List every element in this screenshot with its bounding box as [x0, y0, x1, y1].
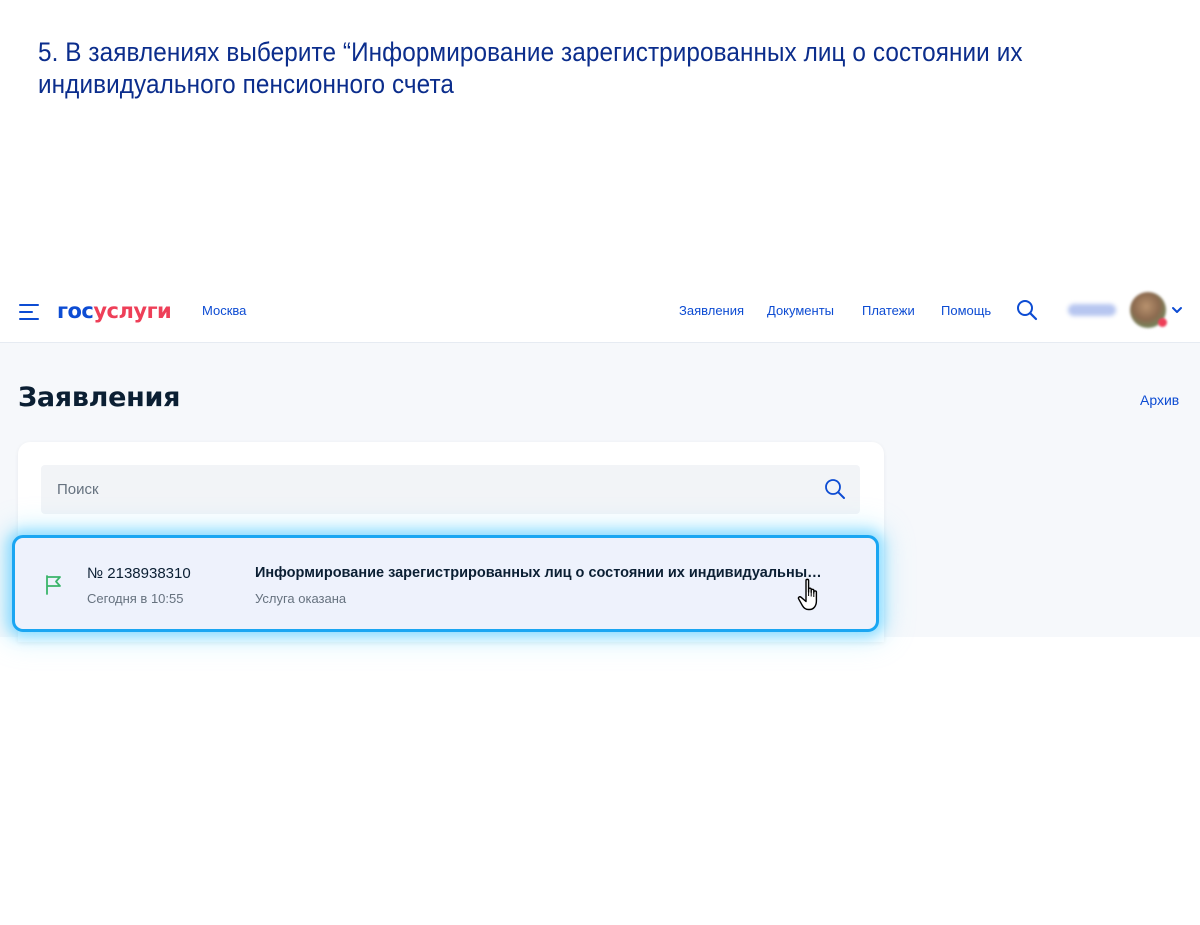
chevron-down-icon[interactable]: [1171, 305, 1183, 315]
notification-dot: [1158, 318, 1167, 327]
application-title[interactable]: Информирование зарегистрированных лиц о …: [255, 565, 825, 581]
application-date: Сегодня в 10:55: [87, 591, 184, 606]
gosuslugi-logo[interactable]: госуслуги: [57, 297, 172, 325]
application-number: № 2138938310: [87, 565, 191, 582]
logo-part-gos: гос: [57, 299, 94, 323]
logo-part-uslugi: услуги: [93, 299, 172, 323]
nav-item-help[interactable]: Помощь: [941, 303, 991, 318]
nav-item-documents[interactable]: Документы: [767, 303, 834, 318]
search-icon[interactable]: [1016, 299, 1038, 321]
application-status: Услуга оказана: [255, 591, 347, 606]
page-title: Заявления: [18, 382, 181, 413]
user-name-blurred[interactable]: [1068, 304, 1116, 316]
city-selector[interactable]: Москва: [202, 303, 246, 318]
search-field[interactable]: [41, 465, 860, 514]
hand-cursor-icon: [797, 578, 818, 611]
instruction-text: 5. В заявлениях выберите “Информирование…: [38, 37, 1023, 99]
site-header: госуслуги Москва Заявления Документы Пла…: [0, 282, 1200, 343]
search-input[interactable]: [57, 465, 797, 514]
application-row[interactable]: № 2138938310 Сегодня в 10:55 Информирова…: [12, 535, 879, 632]
search-icon[interactable]: [824, 478, 846, 500]
flag-icon: [46, 575, 61, 595]
nav-item-payments[interactable]: Платежи: [862, 303, 915, 318]
nav-item-applications[interactable]: Заявления: [679, 303, 744, 318]
menu-icon[interactable]: [19, 304, 39, 320]
archive-link[interactable]: Архив: [1140, 392, 1179, 408]
